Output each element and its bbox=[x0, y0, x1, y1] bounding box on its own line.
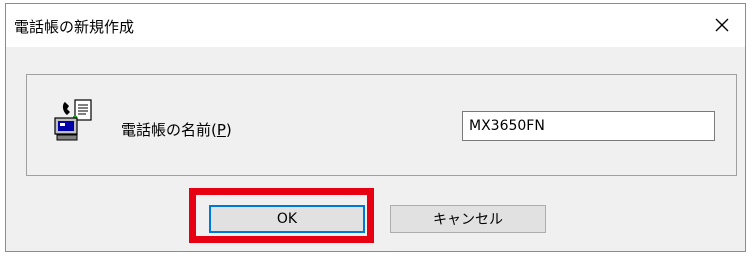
dialog-window: 電話帳の新規作成 電話帳の名前(P) MX3650FN OK キャンセル bbox=[5, 3, 746, 252]
phonebook-name-label: 電話帳の名前(P) bbox=[121, 121, 232, 139]
ok-highlight-frame bbox=[189, 188, 374, 243]
cancel-button[interactable]: キャンセル bbox=[390, 205, 546, 233]
title-bar: 電話帳の新規作成 bbox=[6, 4, 745, 47]
close-button[interactable] bbox=[707, 10, 737, 40]
close-icon bbox=[715, 18, 729, 32]
phonebook-name-input[interactable] bbox=[462, 111, 715, 141]
dialog-title: 電話帳の新規作成 bbox=[14, 18, 135, 36]
phonebook-name-group: 電話帳の名前(P) bbox=[26, 74, 737, 176]
phonebook-computer-icon bbox=[54, 99, 92, 141]
